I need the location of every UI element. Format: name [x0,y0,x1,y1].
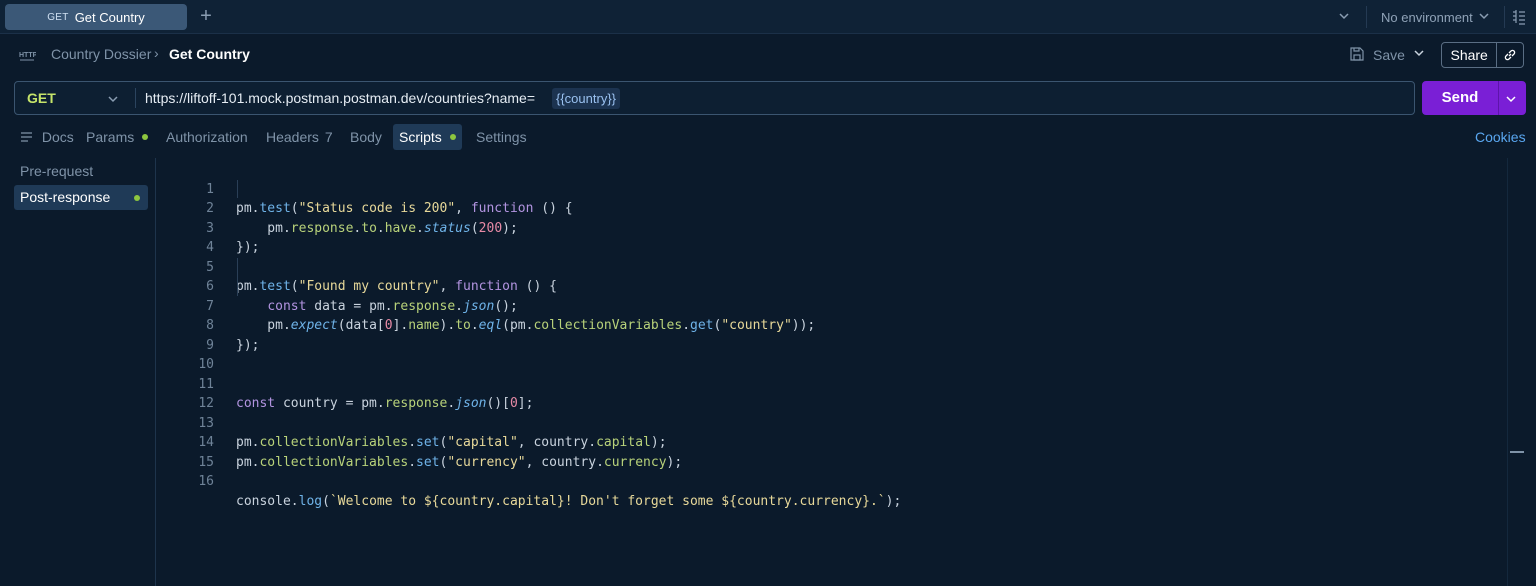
new-tab-button[interactable]: + [196,6,216,28]
line-number: 16 [198,474,214,489]
code-line: 3 }); [156,199,1496,256]
tab-headers[interactable]: Headers 7 [266,124,333,150]
send-button[interactable]: Send [1422,81,1526,115]
code-line: 10 [156,336,1496,372]
tab-settings[interactable]: Settings [476,124,527,150]
code-line: 7 pm.expect(data[0].name).to.eql(pm.coll… [156,277,1496,334]
code-line: 4 [156,219,1496,255]
sidebar-item-label: Pre-request [20,163,94,179]
save-button[interactable]: Save [1349,44,1405,66]
chevron-down-icon[interactable] [107,92,119,109]
url-variable-chip[interactable]: {{country}} [552,88,620,109]
breadcrumb-collection[interactable]: Country Dossier [51,46,151,62]
save-options-chevron-icon[interactable] [1413,46,1425,63]
code-line: 15 [156,433,1496,470]
tab-strip: GET Get Country + No environment [0,0,1536,34]
code-line: 2 pm.response.to.have.status(200); [156,180,1496,236]
save-label: Save [1373,47,1405,63]
chevron-down-icon[interactable] [1505,92,1517,109]
copy-link-icon[interactable] [1497,48,1523,62]
editor-scrollbar[interactable] [1507,158,1508,586]
page-title[interactable]: Get Country [169,46,250,62]
code-line: 8 }); [156,297,1496,353]
method-label: GET [27,90,56,106]
code-line: 16 console.log(`Welcome to ${country.cap… [156,453,1496,509]
script-editor[interactable]: 1 pm.test("Status code is 200", function… [156,158,1506,586]
tab-label: Body [350,129,382,145]
http-request-icon: HTTP [18,47,38,63]
save-icon [1349,46,1365,65]
environment-quick-look-icon[interactable] [1512,9,1526,25]
tab-body[interactable]: Body [350,124,382,150]
cookies-link[interactable]: Cookies [1475,129,1526,145]
chevron-down-icon[interactable] [1338,9,1350,26]
tab-title: Get Country [74,9,145,25]
share-label: Share [1450,47,1488,63]
tab-label: Authorization [166,129,248,145]
indent-guide [237,180,238,198]
code-line: 14 pm.collectionVariables.set("currency"… [156,414,1496,470]
chevron-right-icon: › [154,45,159,61]
divider [1504,6,1505,28]
environment-label: No environment [1381,9,1473,25]
svg-text:HTTP: HTTP [19,52,36,59]
sidebar-item-pre-request[interactable]: Pre-request [14,159,148,184]
code-text: console.log(`Welcome to ${country.capita… [236,493,902,509]
request-tab-get-country[interactable]: GET Get Country [5,4,187,30]
sidebar-item-post-response[interactable]: Post-response [14,185,148,210]
code-line: 12 [156,375,1496,411]
code-line: 9 [156,316,1496,353]
share-button[interactable]: Share [1441,42,1524,68]
divider [1498,81,1499,115]
tab-count-badge: 7 [324,129,333,145]
divider [135,88,136,108]
tab-label: Scripts [399,129,442,145]
code-line: 6 const data = pm.response.json(); [156,258,1496,314]
tab-label: Headers [266,129,319,145]
code-line: 5 pm.test("Found my country", function (… [156,238,1496,295]
status-dot [142,134,149,141]
status-dot [134,195,140,201]
tab-authorization[interactable]: Authorization [166,124,248,150]
indent-guide [237,258,238,296]
url-input[interactable]: https://liftoff-101.mock.postman.postman… [145,90,535,106]
code-line: 11 const country = pm.response.json()[0]… [156,355,1496,412]
scrollbar-thumb[interactable] [1510,451,1524,453]
tab-method-label: GET [47,11,69,23]
status-dot [449,134,456,141]
divider [1366,6,1367,28]
environment-selector[interactable]: No environment [1370,0,1500,34]
breadcrumb: HTTP Country Dossier › Get Country Save … [0,36,1536,74]
sidebar-item-label: Post-response [20,189,111,205]
tab-scripts[interactable]: Scripts [393,124,462,150]
tab-docs[interactable]: Docs [20,124,74,150]
chevron-down-icon [1478,9,1490,26]
docs-icon [20,129,42,145]
tab-label: Settings [476,129,527,145]
send-label: Send [1441,89,1479,106]
tab-params[interactable]: Params [86,124,149,150]
url-bar: GET https://liftoff-101.mock.postman.pos… [14,81,1415,115]
tab-label: Docs [41,129,74,145]
tab-label: Params [86,129,135,145]
code-line: 13 pm.collectionVariables.set("capital",… [156,394,1496,451]
code-line: 1 pm.test("Status code is 200", function… [156,160,1496,217]
